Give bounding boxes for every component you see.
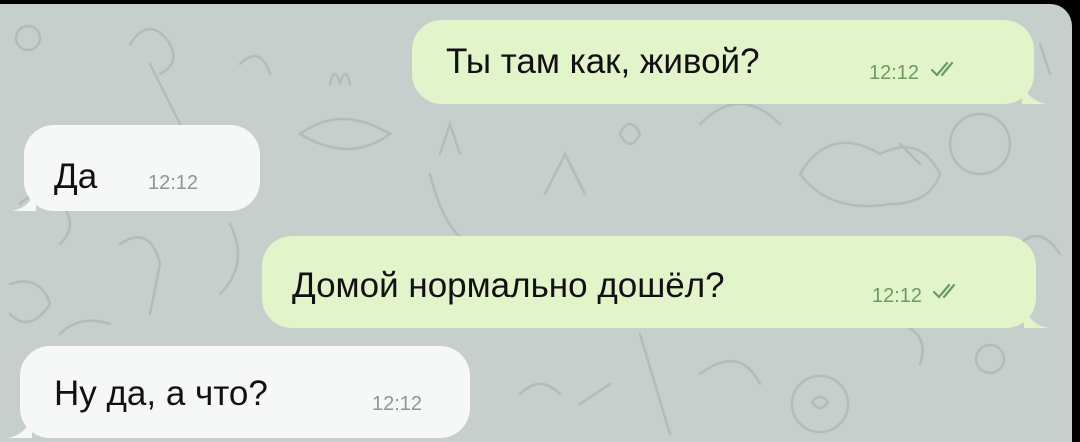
message-time: 12:12 bbox=[148, 172, 199, 194]
message-time: 12:12 bbox=[872, 285, 923, 307]
double-check-icon bbox=[932, 283, 956, 299]
screenshot-frame: Ты там как, живой? 12:12 Да 12:12 Домой … bbox=[0, 0, 1080, 442]
message-text: Домой нормально дошёл? bbox=[292, 266, 725, 305]
bubble-tail bbox=[1022, 80, 1046, 104]
double-check-icon bbox=[930, 61, 954, 77]
message-bubble-outgoing[interactable]: Домой нормально дошёл? 12:12 bbox=[262, 236, 1048, 328]
chat-area[interactable]: Ты там как, живой? 12:12 Да 12:12 Домой … bbox=[0, 4, 1072, 442]
message-bubble-incoming[interactable]: Да 12:12 bbox=[12, 125, 260, 211]
bubble-tail bbox=[8, 414, 32, 438]
message-bubble-incoming[interactable]: Ну да, а что? 12:12 bbox=[8, 346, 470, 438]
message-text: Да bbox=[54, 157, 98, 196]
message-text: Ну да, а что? bbox=[54, 374, 268, 413]
bubble-tail bbox=[12, 187, 36, 211]
message-bubble-outgoing[interactable]: Ты там как, живой? 12:12 bbox=[412, 20, 1046, 104]
bubble-tail bbox=[1024, 304, 1048, 328]
message-time: 12:12 bbox=[869, 62, 920, 84]
message-text: Ты там как, живой? bbox=[446, 42, 760, 81]
message-time: 12:12 bbox=[372, 393, 423, 415]
